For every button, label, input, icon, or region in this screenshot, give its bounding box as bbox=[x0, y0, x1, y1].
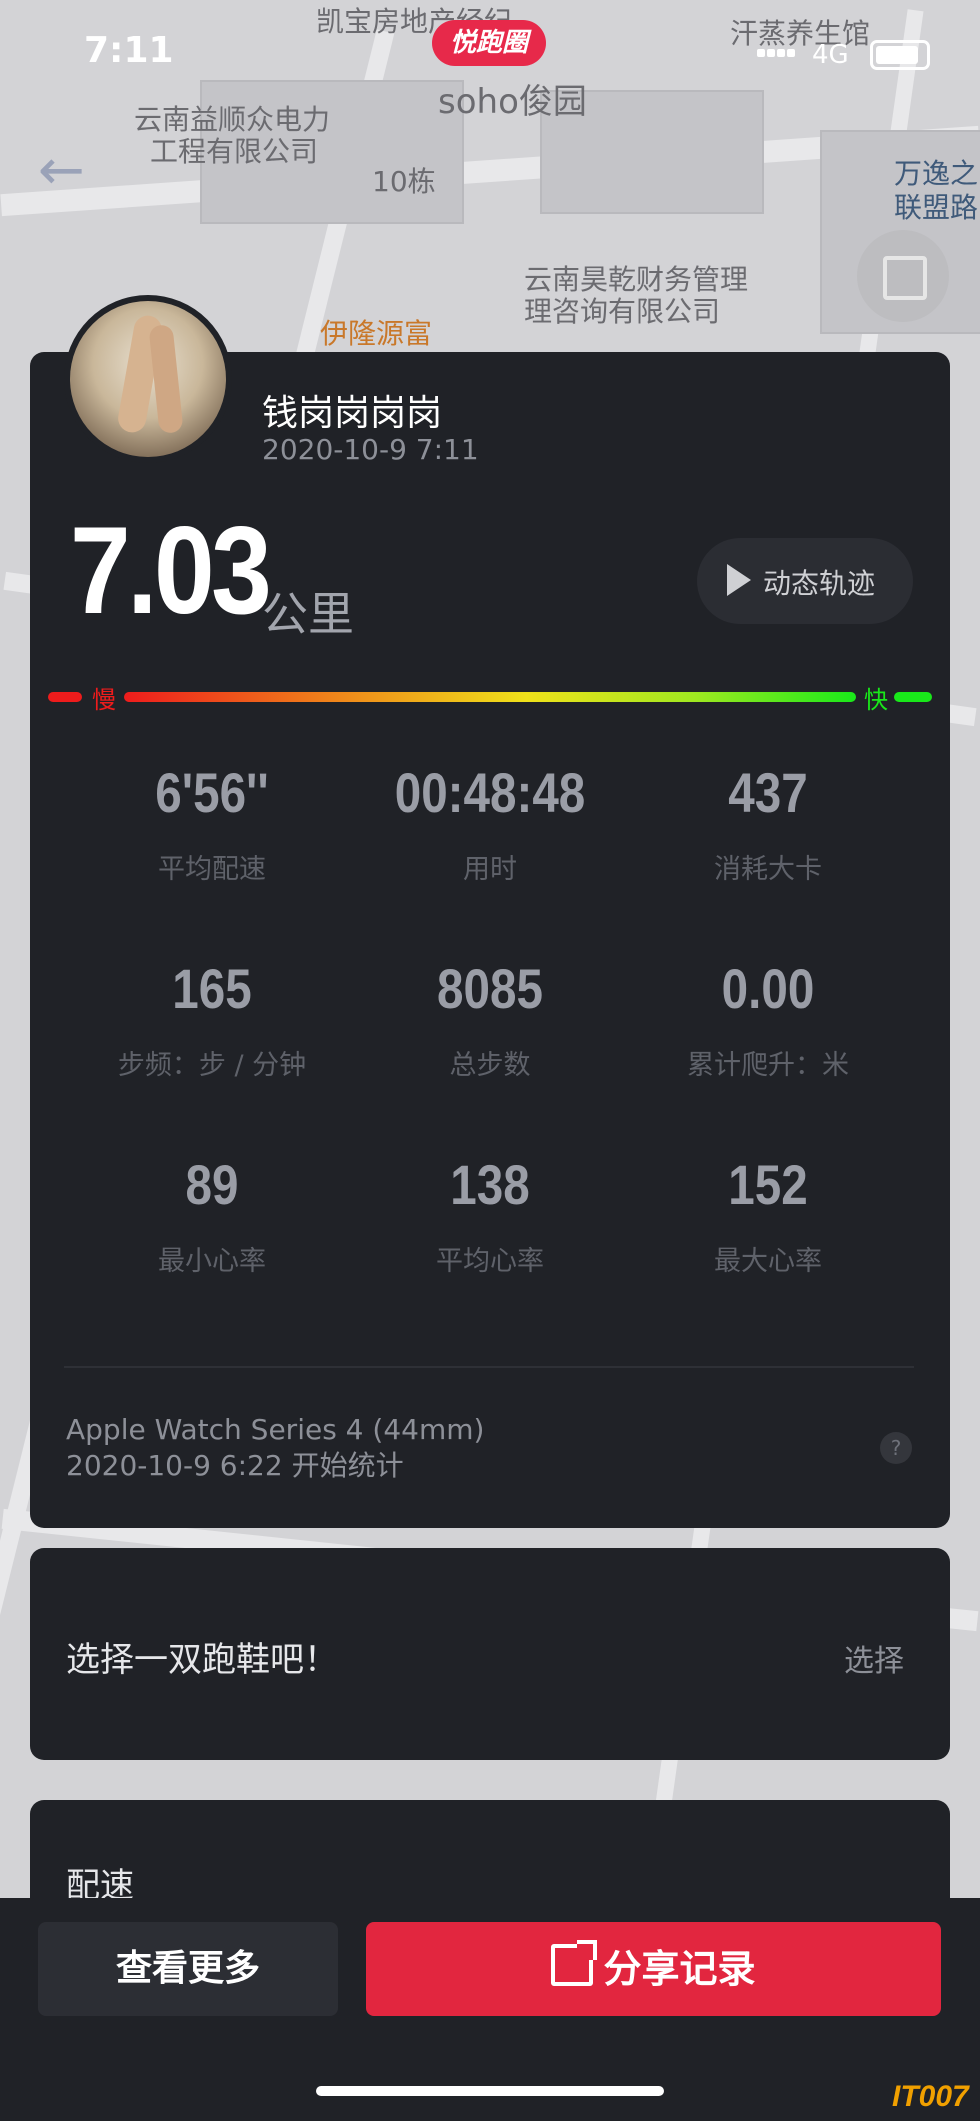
stat-label: 累计爬升：米 bbox=[687, 1050, 849, 1081]
distance-unit: 公里 bbox=[262, 587, 354, 641]
signal-icon bbox=[756, 42, 798, 66]
network-type: 4G bbox=[812, 40, 849, 70]
avatar[interactable] bbox=[64, 295, 232, 463]
status-bar: 7:11 悦跑圈 4G bbox=[0, 0, 980, 108]
stat-label: 平均心率 bbox=[436, 1246, 544, 1277]
map-label: 伊隆源富 bbox=[320, 317, 433, 350]
stat-value: 437 bbox=[728, 761, 808, 824]
device-start-time: 2020-10-9 6:22 开始统计 bbox=[66, 1449, 404, 1482]
stat-value: 89 bbox=[185, 1153, 239, 1216]
play-icon bbox=[727, 564, 751, 596]
map-label: 10栋 bbox=[372, 165, 436, 198]
share-icon bbox=[551, 1940, 598, 1986]
map-layer-button[interactable] bbox=[857, 230, 949, 322]
view-more-button[interactable]: 查看更多 bbox=[38, 1922, 338, 2016]
stat-value: 6'56'' bbox=[155, 761, 269, 824]
stat-label: 步频：步 / 分钟 bbox=[117, 1050, 307, 1081]
share-record-label: 分享记录 bbox=[603, 1947, 756, 1991]
map-layer-icon bbox=[883, 256, 927, 300]
stat-duration: 00:48:48 用时 bbox=[340, 760, 640, 886]
map-label: 云南昊乾财务管理 bbox=[524, 263, 749, 296]
stat-cadence: 165 步频：步 / 分钟 bbox=[62, 956, 362, 1082]
map-label: 云南益顺众电力 bbox=[134, 103, 331, 136]
status-time: 7:11 bbox=[84, 30, 174, 71]
stat-max-heart-rate: 152 最大心率 bbox=[618, 1152, 918, 1278]
dynamic-track-label: 动态轨迹 bbox=[763, 567, 876, 600]
stat-value: 165 bbox=[172, 957, 252, 1020]
stat-label: 最大心率 bbox=[714, 1246, 822, 1277]
dynamic-track-button[interactable]: 动态轨迹 bbox=[697, 538, 913, 624]
shoe-prompt: 选择一双跑鞋吧！ bbox=[66, 1640, 338, 1680]
pace-slow-label: 慢 bbox=[92, 686, 116, 714]
run-date: 2020-10-9 7:11 bbox=[262, 433, 479, 466]
help-icon[interactable]: ? bbox=[880, 1432, 912, 1464]
home-indicator[interactable] bbox=[316, 2086, 664, 2096]
user-name: 钱岗岗岗岗 bbox=[262, 393, 443, 434]
stat-min-heart-rate: 89 最小心率 bbox=[62, 1152, 362, 1278]
stat-avg-pace: 6'56'' 平均配速 bbox=[62, 760, 362, 886]
stat-label: 平均配速 bbox=[158, 854, 266, 885]
divider bbox=[64, 1366, 914, 1368]
stat-label: 消耗大卡 bbox=[714, 854, 822, 885]
stat-value: 0.00 bbox=[721, 957, 815, 1020]
share-record-button[interactable]: 分享记录 bbox=[366, 1922, 941, 2016]
map-label: 万逸之 bbox=[894, 157, 979, 190]
stat-avg-heart-rate: 138 平均心率 bbox=[340, 1152, 640, 1278]
stat-total-steps: 8085 总步数 bbox=[340, 956, 640, 1082]
back-arrow-icon[interactable]: ← bbox=[38, 138, 85, 203]
stat-elevation: 0.00 累计爬升：米 bbox=[618, 956, 918, 1082]
map-label: 理咨询有限公司 bbox=[524, 295, 721, 328]
stat-value: 152 bbox=[728, 1153, 808, 1216]
stat-calories: 437 消耗大卡 bbox=[618, 760, 918, 886]
app-logo: 悦跑圈 bbox=[432, 20, 546, 66]
pace-fast-label: 快 bbox=[864, 686, 888, 714]
stat-label: 最小心率 bbox=[158, 1246, 266, 1277]
map-label: 联盟路 bbox=[894, 191, 979, 224]
stat-value: 8085 bbox=[437, 957, 543, 1020]
stat-value: 00:48:48 bbox=[394, 761, 586, 824]
watermark: IT007 bbox=[892, 2080, 969, 2113]
device-info: Apple Watch Series 4 (44mm) 2020-10-9 6:… bbox=[66, 1412, 484, 1484]
map-label: 工程有限公司 bbox=[150, 135, 319, 168]
distance-value: 7.03 bbox=[70, 502, 272, 640]
stat-label: 用时 bbox=[463, 854, 517, 885]
pace-gradient-bar bbox=[48, 692, 932, 706]
device-name: Apple Watch Series 4 (44mm) bbox=[66, 1413, 485, 1446]
stat-value: 138 bbox=[450, 1153, 530, 1216]
stat-label: 总步数 bbox=[449, 1050, 531, 1081]
battery-icon bbox=[870, 40, 930, 70]
shoe-select-link[interactable]: 选择 bbox=[844, 1636, 904, 1680]
